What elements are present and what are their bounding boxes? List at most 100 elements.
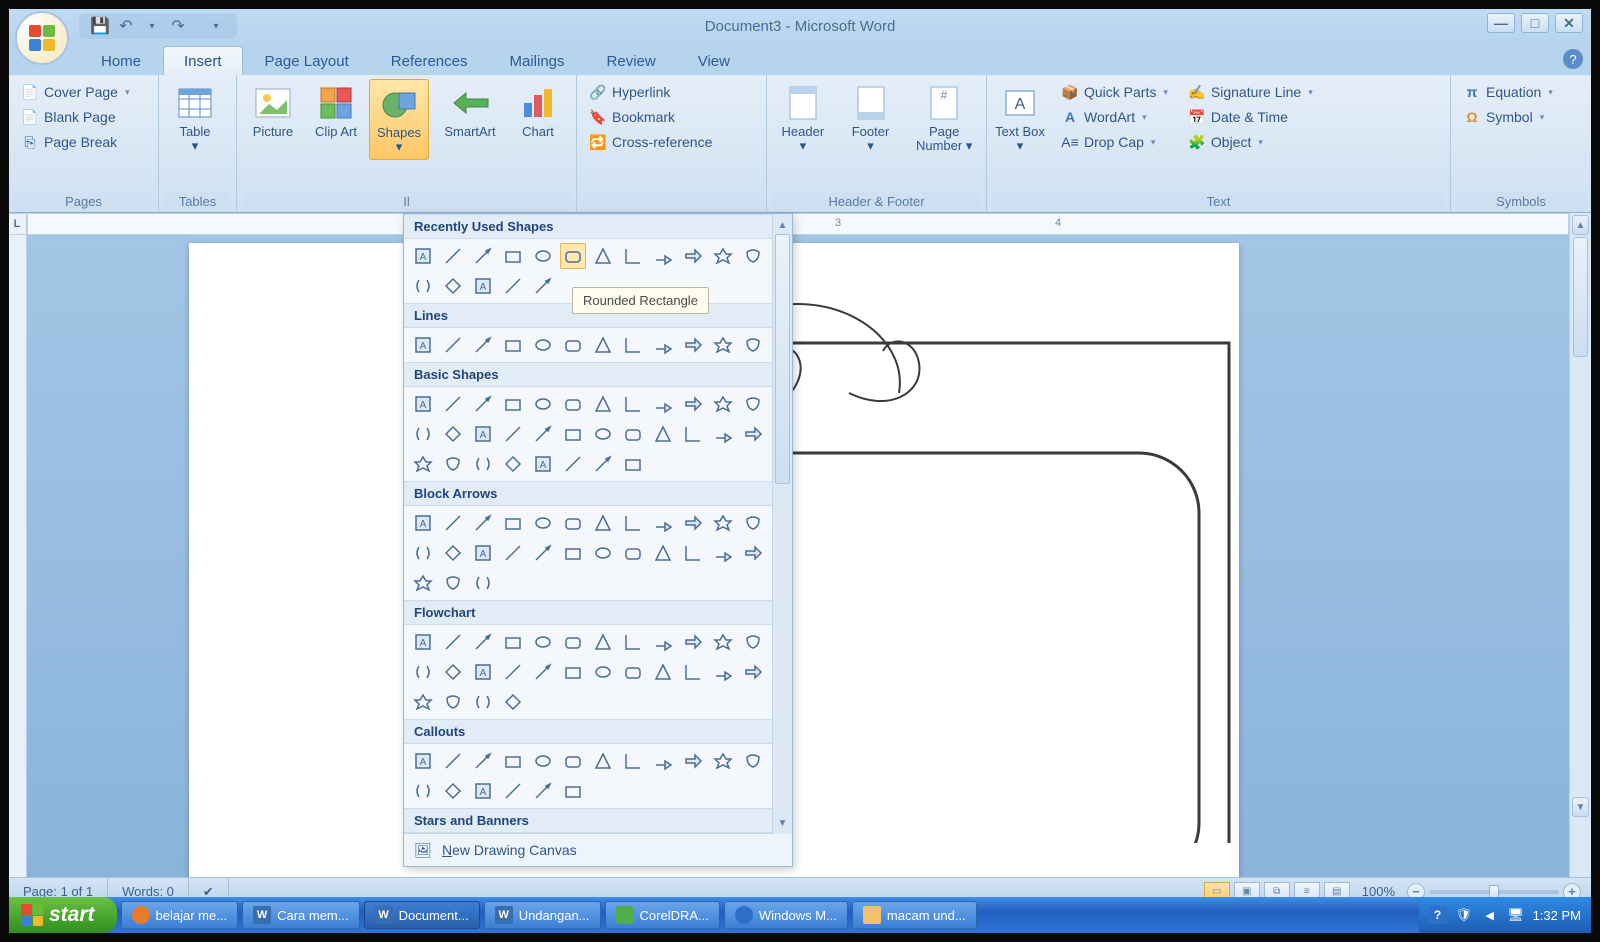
shape-item[interactable]	[500, 629, 526, 655]
shapes-scroll-thumb[interactable]	[775, 234, 790, 484]
shape-item[interactable]	[680, 540, 706, 566]
shape-item[interactable]	[620, 243, 646, 269]
shape-item[interactable]	[650, 243, 676, 269]
shape-item[interactable]	[650, 629, 676, 655]
shape-item[interactable]	[710, 421, 736, 447]
shape-item[interactable]	[500, 510, 526, 536]
shape-item[interactable]	[560, 629, 586, 655]
shape-item[interactable]	[530, 778, 556, 804]
shape-item[interactable]	[410, 421, 436, 447]
shape-item[interactable]	[410, 778, 436, 804]
shape-item[interactable]	[530, 421, 556, 447]
shape-item[interactable]	[740, 332, 766, 358]
picture-button[interactable]: Picture	[243, 79, 303, 143]
taskbar-item-word1[interactable]: WCara mem...	[242, 901, 360, 929]
tab-review[interactable]: Review	[587, 47, 676, 75]
shape-item[interactable]	[560, 451, 586, 477]
smartart-button[interactable]: SmartArt	[437, 79, 503, 143]
shape-item[interactable]	[440, 540, 466, 566]
shape-item[interactable]	[530, 629, 556, 655]
shape-item[interactable]	[710, 629, 736, 655]
shape-item[interactable]	[530, 540, 556, 566]
shape-item[interactable]	[500, 451, 526, 477]
shape-item[interactable]	[620, 391, 646, 417]
taskbar-item-wmp[interactable]: Windows M...	[724, 901, 848, 929]
shapes-scrollbar[interactable]: ▲ ▼	[772, 214, 792, 834]
shape-item[interactable]	[620, 540, 646, 566]
shape-item[interactable]	[680, 243, 706, 269]
cover-page-button[interactable]: 📄Cover Page▾	[15, 81, 135, 103]
zoom-slider[interactable]	[1429, 890, 1559, 894]
shape-item[interactable]	[650, 659, 676, 685]
shape-item[interactable]: A	[470, 421, 496, 447]
shape-item[interactable]	[440, 570, 466, 596]
shape-item[interactable]	[560, 540, 586, 566]
horizontal-ruler[interactable]: 2 3 4	[27, 213, 1569, 235]
shape-item[interactable]	[590, 659, 616, 685]
new-drawing-canvas[interactable]: 🖼 New Drawing Canvas	[404, 833, 792, 866]
page-number-button[interactable]: #Page Number ▾	[908, 79, 980, 158]
shape-item[interactable]	[470, 243, 496, 269]
shape-item[interactable]	[470, 510, 496, 536]
help-icon[interactable]: ?	[1563, 49, 1583, 69]
start-button[interactable]: start	[9, 897, 117, 933]
undo-icon[interactable]: ↶	[115, 15, 137, 37]
shape-item[interactable]	[710, 540, 736, 566]
shape-item[interactable]	[650, 391, 676, 417]
shape-item[interactable]	[740, 243, 766, 269]
shape-item[interactable]	[590, 421, 616, 447]
scroll-thumb[interactable]	[1573, 237, 1588, 357]
tab-mailings[interactable]: Mailings	[490, 47, 585, 75]
office-button[interactable]	[15, 11, 69, 65]
shape-item[interactable]	[710, 510, 736, 536]
textbox-button[interactable]: AText Box ▾	[993, 79, 1047, 158]
table-button[interactable]: Table▾	[165, 79, 225, 158]
undo-more-icon[interactable]: ▾	[141, 15, 163, 37]
shape-item[interactable]	[440, 778, 466, 804]
header-button[interactable]: Header▾	[773, 79, 833, 158]
shape-item[interactable]	[560, 510, 586, 536]
ruler-corner[interactable]: L	[9, 213, 27, 235]
datetime-button[interactable]: 📅Date & Time	[1182, 106, 1319, 128]
page-break-button[interactable]: ⎘Page Break	[15, 131, 135, 153]
shape-item[interactable]	[680, 629, 706, 655]
shape-item[interactable]	[410, 540, 436, 566]
shape-item[interactable]	[560, 332, 586, 358]
maximize-button[interactable]: □	[1521, 13, 1549, 33]
tab-insert[interactable]: Insert	[163, 46, 243, 75]
shape-item[interactable]	[440, 659, 466, 685]
symbol-button[interactable]: ΩSymbol▾	[1457, 106, 1559, 128]
qat-customize-icon[interactable]: ▾	[205, 15, 227, 37]
shape-item[interactable]	[740, 540, 766, 566]
shape-item[interactable]	[500, 540, 526, 566]
bookmark-button[interactable]: 🔖Bookmark	[583, 106, 718, 128]
shape-item[interactable]	[530, 510, 556, 536]
shape-item[interactable]	[500, 748, 526, 774]
shape-item[interactable]	[440, 332, 466, 358]
shape-item[interactable]	[710, 332, 736, 358]
shape-item[interactable]	[560, 748, 586, 774]
shape-item[interactable]	[650, 510, 676, 536]
clipart-button[interactable]: Clip Art	[311, 79, 361, 143]
shape-item[interactable]: A	[470, 540, 496, 566]
shape-item[interactable]: A	[410, 391, 436, 417]
shape-item[interactable]	[560, 391, 586, 417]
object-button[interactable]: 🧩Object▾	[1182, 131, 1319, 153]
shape-item[interactable]	[680, 421, 706, 447]
shape-item[interactable]	[710, 243, 736, 269]
shape-item[interactable]: A	[470, 273, 496, 299]
shape-item[interactable]	[500, 778, 526, 804]
shape-item[interactable]	[680, 748, 706, 774]
shape-item[interactable]	[440, 243, 466, 269]
shape-item[interactable]	[530, 748, 556, 774]
shape-item[interactable]	[620, 510, 646, 536]
shape-item[interactable]	[650, 748, 676, 774]
shape-item[interactable]	[530, 391, 556, 417]
shape-item[interactable]	[410, 689, 436, 715]
shape-item[interactable]	[410, 273, 436, 299]
shape-item[interactable]: A	[470, 778, 496, 804]
shape-item[interactable]	[590, 510, 616, 536]
taskbar-item-word2[interactable]: WDocument...	[364, 901, 480, 929]
tray-expand-icon[interactable]: ◀	[1481, 906, 1499, 924]
scroll-down-icon[interactable]: ▼	[1572, 797, 1589, 817]
